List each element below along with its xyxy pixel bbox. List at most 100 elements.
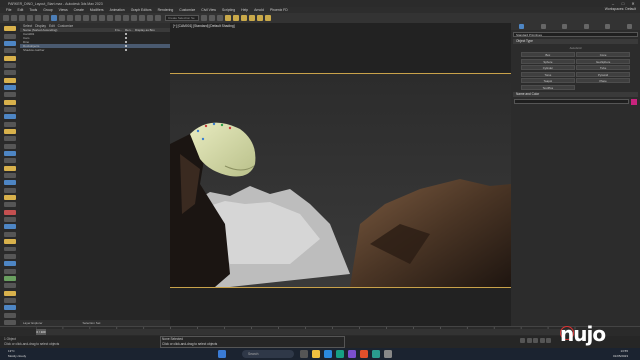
tab-edit[interactable]: Edit xyxy=(49,24,55,28)
menu-customize[interactable]: Customize xyxy=(179,8,195,12)
maximize-button[interactable]: □ xyxy=(618,0,628,7)
store-icon[interactable] xyxy=(336,350,344,358)
taskbar-search[interactable]: Search xyxy=(242,350,294,358)
viewport-label[interactable]: [+] [CAM001] [Standard] [Default Shading… xyxy=(173,24,235,28)
tool-icon[interactable] xyxy=(4,283,16,289)
tool-icon[interactable] xyxy=(4,261,16,267)
region-icon[interactable] xyxy=(67,15,73,21)
cone-button[interactable]: Cone xyxy=(576,52,630,57)
tool-icon[interactable] xyxy=(4,312,16,318)
filter-icon[interactable] xyxy=(43,15,49,21)
goto-start-icon[interactable] xyxy=(520,338,525,343)
tool-icon[interactable] xyxy=(4,92,16,98)
menu-animation[interactable]: Animation xyxy=(110,8,125,12)
window-icon[interactable] xyxy=(75,15,81,21)
list-item[interactable]: Shadow catcher xyxy=(20,48,170,52)
geosphere-button[interactable]: GeoSphere xyxy=(576,58,630,64)
create-tab-icon[interactable] xyxy=(519,24,525,29)
menu-group[interactable]: Group xyxy=(43,8,52,12)
undo-icon[interactable] xyxy=(3,15,9,21)
layer-icon[interactable] xyxy=(217,15,223,21)
modify-tab-icon[interactable] xyxy=(540,24,546,29)
redo-icon[interactable] xyxy=(11,15,17,21)
mirror-icon[interactable] xyxy=(201,15,207,21)
tool-icon[interactable] xyxy=(4,151,16,156)
tool-icon[interactable] xyxy=(4,209,16,215)
tool-icon[interactable] xyxy=(4,319,16,325)
app-icon[interactable] xyxy=(384,350,392,358)
pivot-icon[interactable] xyxy=(123,15,129,21)
3dsmax-icon[interactable] xyxy=(372,350,380,358)
tool-icon[interactable] xyxy=(4,70,16,76)
select-name-icon[interactable] xyxy=(59,15,65,21)
tool-icon[interactable] xyxy=(4,84,16,90)
schematic-icon[interactable] xyxy=(233,15,239,21)
object-type-rollout[interactable]: Object Type xyxy=(513,39,638,44)
tab-display[interactable]: Display xyxy=(35,24,46,28)
menu-scripting[interactable]: Scripting xyxy=(222,8,235,12)
app-icon[interactable] xyxy=(360,350,368,358)
percent-snap-icon[interactable] xyxy=(147,15,153,21)
play-icon[interactable] xyxy=(533,338,538,343)
tool-icon[interactable] xyxy=(4,268,16,274)
tool-icon[interactable] xyxy=(4,106,16,112)
menu-help[interactable]: Help xyxy=(241,8,248,12)
renderable-icon[interactable] xyxy=(125,45,127,47)
tool-icon[interactable] xyxy=(4,173,16,179)
tool-icon[interactable] xyxy=(4,114,16,120)
primitive-type-dropdown[interactable]: Standard Primitives xyxy=(513,32,638,37)
file-explorer-icon[interactable] xyxy=(312,350,320,358)
plane-button[interactable]: Plane xyxy=(576,78,630,83)
tool-icon[interactable] xyxy=(4,143,16,149)
menu-civil-view[interactable]: Civil View xyxy=(201,8,216,12)
pyramid-button[interactable]: Pyramid xyxy=(576,71,630,77)
tool-icon[interactable] xyxy=(4,231,16,237)
tool-icon[interactable] xyxy=(4,202,16,208)
spinner-snap-icon[interactable] xyxy=(155,15,161,21)
object-name-field[interactable] xyxy=(514,99,629,104)
tool-icon[interactable] xyxy=(4,62,16,68)
tool-icon[interactable] xyxy=(4,77,16,83)
hierarchy-tab-icon[interactable] xyxy=(562,24,568,29)
tool-icon[interactable] xyxy=(4,33,16,39)
edge-icon[interactable] xyxy=(324,350,332,358)
object-color-swatch[interactable] xyxy=(631,98,637,105)
menu-create[interactable]: Create xyxy=(74,8,84,12)
tool-icon[interactable] xyxy=(4,217,16,223)
textplus-button[interactable]: TextPlus xyxy=(521,84,575,90)
tool-icon[interactable] xyxy=(4,246,16,252)
create-geometry-icon[interactable] xyxy=(4,26,16,32)
tool-icon[interactable] xyxy=(4,55,16,61)
minimize-button[interactable]: – xyxy=(608,0,618,7)
tool-icon[interactable] xyxy=(4,224,16,230)
menu-modifiers[interactable]: Modifiers xyxy=(90,8,104,12)
torus-button[interactable]: Torus xyxy=(521,71,575,77)
angle-snap-icon[interactable] xyxy=(139,15,145,21)
teapot-button[interactable]: Teapot xyxy=(521,78,575,83)
tool-icon[interactable] xyxy=(4,121,16,127)
menu-views[interactable]: Views xyxy=(59,8,68,12)
prev-frame-icon[interactable] xyxy=(526,338,532,343)
renderable-icon[interactable] xyxy=(125,37,127,39)
scale-icon[interactable] xyxy=(99,15,105,21)
task-view-icon[interactable] xyxy=(300,350,308,358)
tool-icon[interactable] xyxy=(4,275,16,281)
renderable-icon[interactable] xyxy=(125,33,127,35)
menu-phoenix[interactable]: Phoenix FD xyxy=(270,8,288,12)
tool-icon[interactable] xyxy=(4,305,16,311)
autogrid-checkbox[interactable]: AutoGrid xyxy=(511,46,640,50)
weather-widget[interactable]: 13°C Mostly cloudy xyxy=(8,349,26,358)
menu-arnold[interactable]: Arnold xyxy=(254,8,264,12)
tool-icon[interactable] xyxy=(4,239,16,245)
app-icon[interactable] xyxy=(348,350,356,358)
render-frame-icon[interactable] xyxy=(257,15,263,21)
tool-icon[interactable] xyxy=(4,40,16,46)
menu-edit[interactable]: Edit xyxy=(17,8,23,12)
tool-icon[interactable] xyxy=(4,99,16,105)
start-icon[interactable] xyxy=(218,350,226,358)
tool-icon[interactable] xyxy=(4,158,16,164)
tool-icon[interactable] xyxy=(4,195,16,201)
selection-set-dropdown[interactable]: Create Selection Se xyxy=(165,15,199,21)
renderable-icon[interactable] xyxy=(125,41,127,43)
tube-button[interactable]: Tube xyxy=(576,65,630,70)
